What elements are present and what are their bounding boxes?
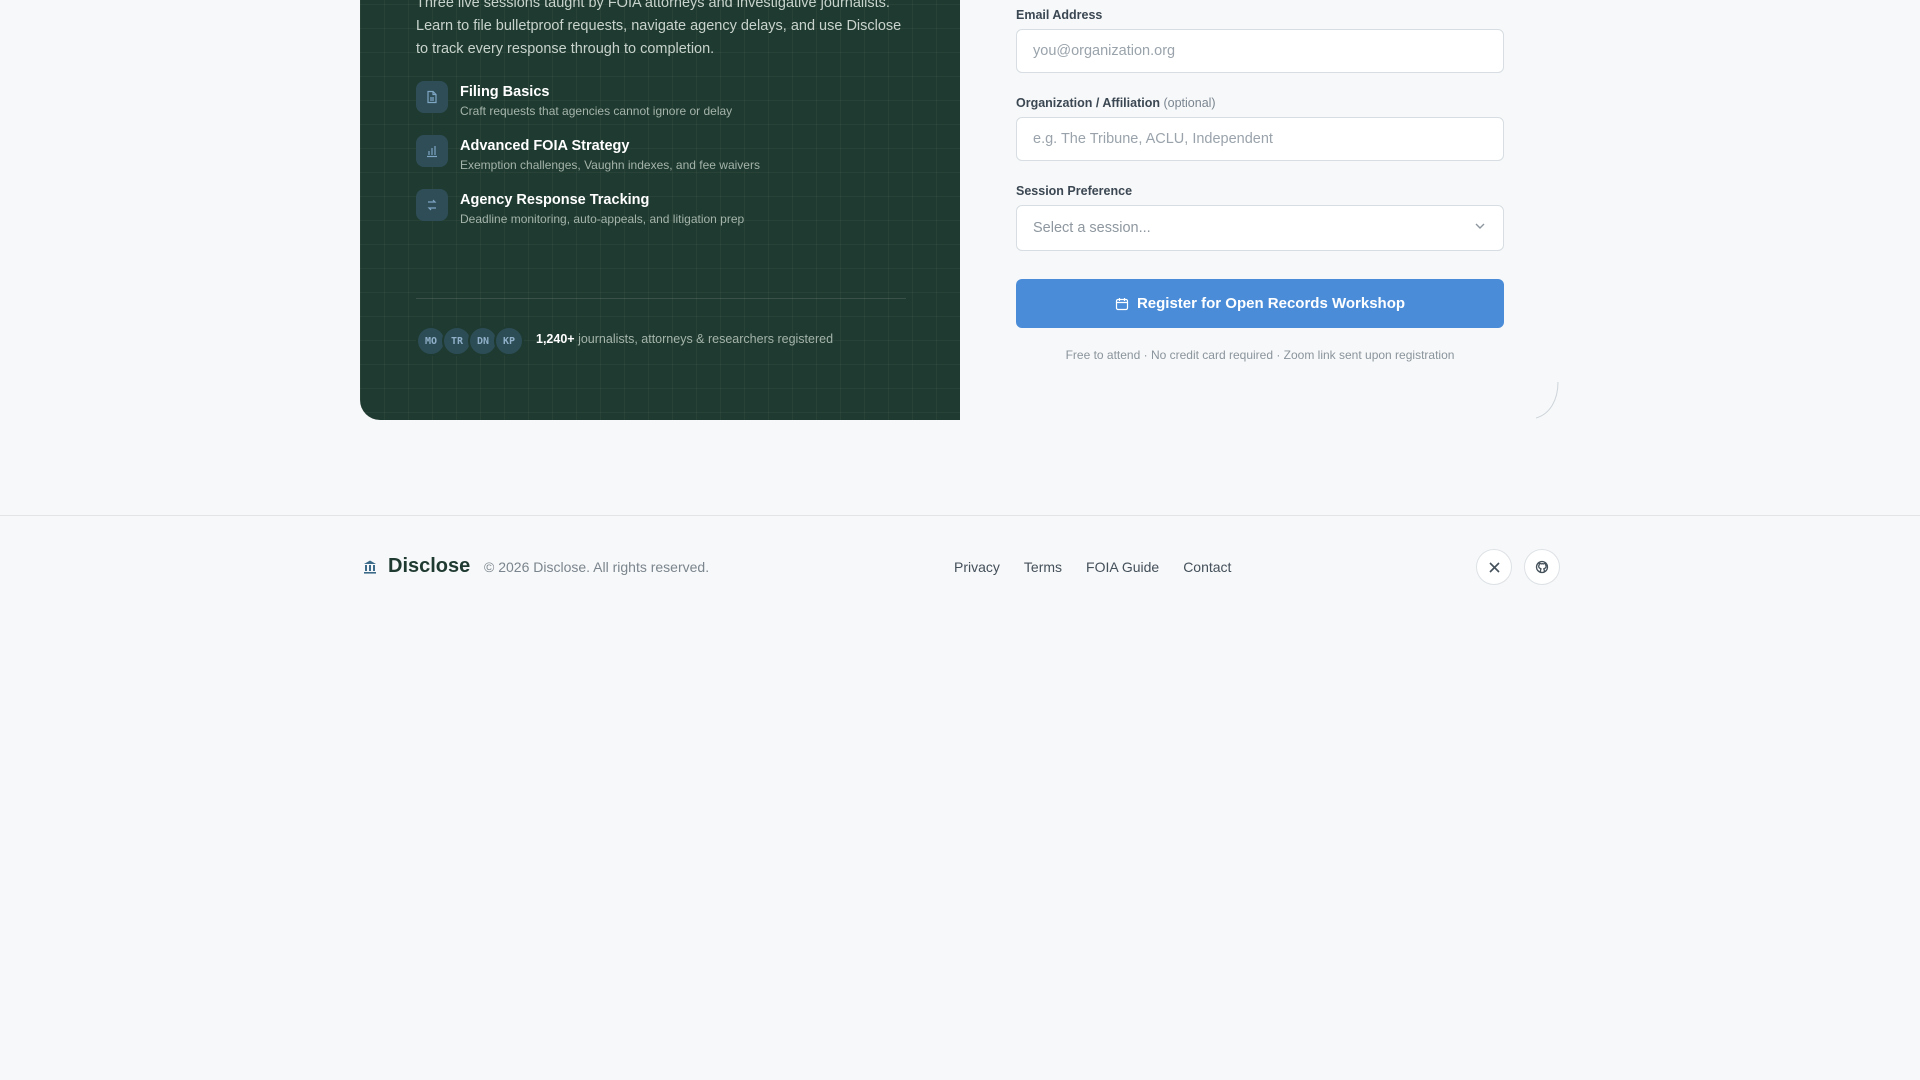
email-label: Email Address bbox=[1016, 8, 1103, 22]
registered-count: 1,240+ journalists, attorneys & research… bbox=[536, 332, 833, 346]
github-icon bbox=[1535, 560, 1549, 574]
session-label: Session Preference bbox=[1016, 184, 1133, 198]
session-select-value: Select a session... bbox=[1033, 220, 1151, 236]
feature-title: Advanced FOIA Strategy bbox=[460, 138, 630, 154]
footer-link-terms[interactable]: Terms bbox=[1024, 559, 1062, 575]
chevron-down-icon bbox=[1473, 219, 1487, 237]
register-button-label: Register for Open Records Workshop bbox=[1136, 295, 1406, 312]
organization-label-text: Organization / Affiliation bbox=[1016, 96, 1160, 110]
session-select[interactable]: Select a session... bbox=[1016, 205, 1504, 251]
calendar-icon bbox=[1115, 297, 1129, 311]
registered-label: journalists, attorneys & researchers reg… bbox=[574, 332, 834, 346]
footer-link-privacy[interactable]: Privacy bbox=[954, 559, 1000, 575]
organization-field[interactable] bbox=[1016, 117, 1504, 161]
avatar: KP bbox=[494, 326, 524, 356]
footer-brand[interactable]: Disclose bbox=[362, 555, 470, 578]
feature-response-tracking: Agency Response Tracking Deadline monito… bbox=[416, 189, 744, 227]
brand-name: Disclose bbox=[388, 555, 471, 577]
optional-hint: (optional) bbox=[1163, 96, 1216, 110]
document-icon bbox=[416, 81, 448, 113]
intro-text: Three live sessions taught by FOIA attor… bbox=[416, 0, 902, 57]
workshop-info-panel: Three live sessions taught by FOIA attor… bbox=[360, 0, 960, 420]
x-social-button[interactable] bbox=[1476, 549, 1512, 585]
footer-link-foia-guide[interactable]: FOIA Guide bbox=[1086, 559, 1159, 575]
x-icon bbox=[1488, 561, 1501, 574]
github-social-button[interactable] bbox=[1524, 549, 1560, 585]
panel-divider bbox=[416, 298, 906, 299]
registered-number: 1,240+ bbox=[536, 332, 575, 346]
feature-desc: Craft requests that agencies cannot igno… bbox=[460, 104, 733, 118]
register-button[interactable]: Register for Open Records Workshop bbox=[1016, 279, 1504, 328]
decorative-arc bbox=[1536, 381, 1559, 419]
fine-print: Free to attend · No credit card required… bbox=[1065, 348, 1455, 362]
organization-label: Organization / Affiliation (optional) bbox=[1016, 96, 1216, 110]
feature-advanced-strategy: Advanced FOIA Strategy Exemption challen… bbox=[416, 135, 760, 173]
feature-title: Filing Basics bbox=[460, 84, 550, 100]
footer-link-contact[interactable]: Contact bbox=[1183, 559, 1231, 575]
footer-links: Privacy Terms FOIA Guide Contact bbox=[954, 559, 1255, 575]
email-field[interactable] bbox=[1016, 29, 1504, 73]
bar-chart-icon bbox=[416, 135, 448, 167]
feature-desc: Deadline monitoring, auto-appeals, and l… bbox=[460, 212, 745, 226]
copyright-text: © 2026 Disclose. All rights reserved. bbox=[484, 559, 710, 575]
refresh-icon bbox=[416, 189, 448, 221]
footer-divider bbox=[0, 515, 1920, 516]
feature-desc: Exemption challenges, Vaughn indexes, an… bbox=[460, 158, 760, 172]
avatar-stack: MO TR DN KP bbox=[416, 326, 524, 356]
feature-title: Agency Response Tracking bbox=[460, 192, 650, 208]
feature-filing-basics: Filing Basics Craft requests that agenci… bbox=[416, 81, 732, 119]
bank-icon bbox=[362, 559, 378, 575]
